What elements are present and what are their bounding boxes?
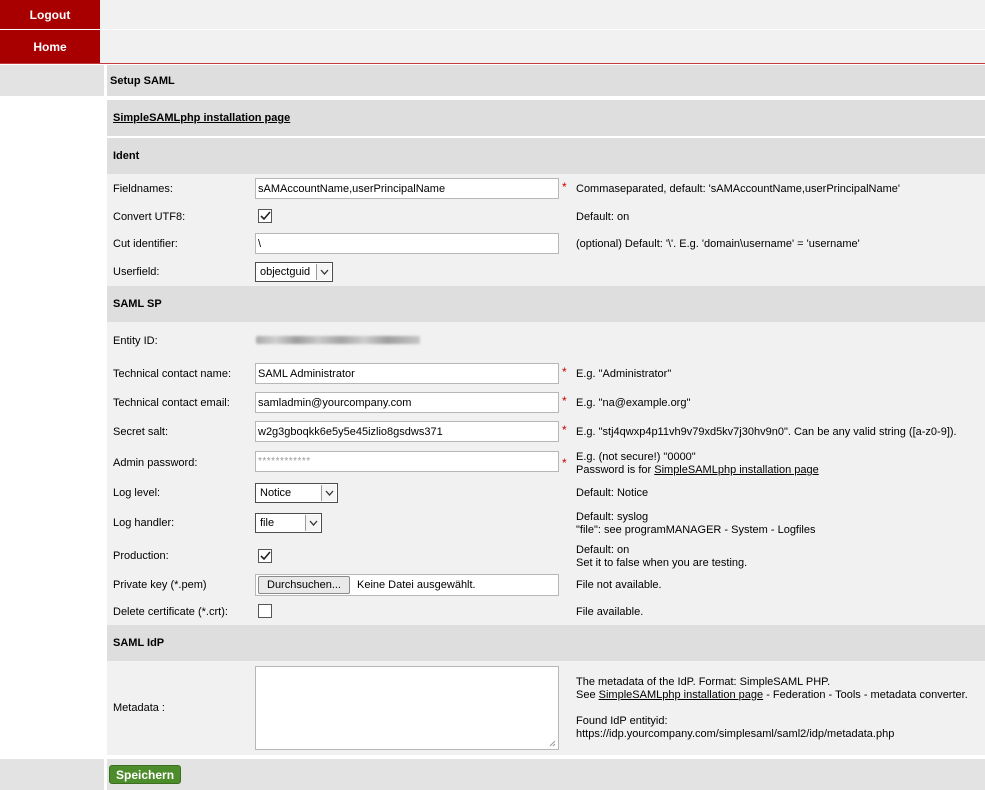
admin-password-hint-line2: Password is for SimpleSAMLphp installati… [576,464,819,477]
production-hint-line2: Set it to false when you are testing. [576,557,748,569]
private-key-label: Private key (*.pem) [113,579,207,591]
left-column-header [0,65,104,96]
production-hint-line1: Default: on [576,544,630,556]
resize-grip-icon[interactable] [548,739,556,747]
footer-bar [107,759,985,790]
admin-password-input[interactable]: ************ [255,451,559,472]
userfield-select[interactable]: objectguid [255,262,333,282]
entity-id-label: Entity ID: [113,335,158,347]
metadata-hint-prefix: See [576,689,599,701]
chevron-down-icon [305,515,320,531]
delete-cert-checkbox[interactable] [258,604,272,618]
secret-salt-hint: E.g. "stj4qwxp4p11vh9v79xd5kv7j30hv9n0".… [576,426,957,438]
userfield-label: Userfield: [113,266,160,278]
private-key-hint: File not available. [576,579,662,591]
nav-strip-top [100,0,985,29]
metadata-installation-link[interactable]: SimpleSAMLphp installation page [599,689,764,701]
metadata-hint-spacer [576,702,968,715]
nav-divider [0,63,985,64]
log-handler-label: Log handler: [113,517,175,529]
entity-id-value-redacted [256,336,420,344]
delete-cert-label: Delete certificate (*.crt): [113,606,228,618]
log-handler-hint-line2: "file": see programMANAGER - System - Lo… [576,524,816,536]
log-handler-hint-line1: Default: syslog [576,511,649,523]
logout-button[interactable]: Logout [0,0,100,29]
log-level-label: Log level: [113,487,161,499]
chevron-down-icon [316,264,331,280]
secret-salt-required-marker: * [562,423,567,437]
admin-password-installation-link[interactable]: SimpleSAMLphp installation page [654,464,819,476]
metadata-textarea[interactable] [255,666,559,750]
tech-email-input[interactable]: samladmin@yourcompany.com [255,392,559,413]
home-button[interactable]: Home [0,30,100,63]
metadata-hint-suffix: - Federation - Tools - metadata converte… [763,689,968,701]
chevron-down-icon [321,485,336,501]
file-status-text: Keine Datei ausgewählt. [356,579,476,591]
left-column-footer [0,759,104,790]
browse-button[interactable]: Durchsuchen... [258,576,350,594]
admin-password-hint-line1: E.g. (not secure!) "0000" [576,451,696,463]
tech-name-required-marker: * [562,365,567,379]
fieldnames-hint: Commaseparated, default: 'sAMAccountName… [576,183,900,195]
tech-name-input[interactable]: SAML Administrator [255,363,559,384]
delete-cert-hint: File available. [576,606,644,618]
cut-identifier-label: Cut identifier: [113,238,178,250]
checkmark-icon [259,551,271,561]
found-idp-label: Found IdP entityid: [576,715,668,727]
production-label: Production: [113,550,169,562]
log-level-select[interactable]: Notice [255,483,338,503]
cut-identifier-hint: (optional) Default: '\'. E.g. 'domain\us… [576,238,860,250]
admin-password-hint: E.g. (not secure!) "0000" Password is fo… [576,451,819,477]
tech-name-label: Technical contact name: [113,368,232,380]
fieldnames-label: Fieldnames: [113,183,173,195]
checkmark-icon [259,211,271,221]
tech-name-hint: E.g. "Administrator" [576,368,672,380]
private-key-file-input: Durchsuchen... Keine Datei ausgewählt. [255,574,559,596]
admin-password-hint-prefix: Password is for [576,464,655,476]
install-link-band: SimpleSAMLphp installation page [107,100,985,136]
metadata-hint: The metadata of the IdP. Format: SimpleS… [576,676,968,741]
secret-salt-input[interactable]: w2g3gboqkk6e5y5e45izlio8gsdws371 [255,421,559,442]
metadata-hint-line2: See SimpleSAMLphp installation page - Fe… [576,689,968,702]
installation-page-link[interactable]: SimpleSAMLphp installation page [113,112,290,124]
section-saml-sp-heading: SAML SP [107,286,985,322]
save-button[interactable]: Speichern [109,765,182,784]
userfield-select-value: objectguid [260,266,311,278]
tech-email-required-marker: * [562,394,567,408]
log-handler-select[interactable]: file [255,513,322,533]
section-ident-heading: Ident [107,138,985,174]
fieldnames-required-marker: * [562,180,567,194]
admin-password-label: Admin password: [113,457,198,469]
convert-utf8-checkbox[interactable] [258,209,272,223]
metadata-label: Metadata : [113,702,165,714]
convert-utf8-label: Convert UTF8: [113,211,186,223]
production-hint: Default: on Set it to false when you are… [576,544,747,570]
metadata-hint-line1: The metadata of the IdP. Format: SimpleS… [576,676,831,688]
tech-email-hint: E.g. "na@example.org" [576,397,691,409]
nav-strip-bottom [100,30,985,63]
convert-utf8-hint: Default: on [576,211,630,223]
log-handler-hint: Default: syslog "file": see programMANAG… [576,511,816,537]
cut-identifier-input[interactable]: \ [255,233,559,254]
found-idp-value: https://idp.yourcompany.com/simplesaml/s… [576,728,895,740]
admin-password-required-marker: * [562,456,567,470]
secret-salt-label: Secret salt: [113,426,169,438]
log-level-select-value: Notice [260,487,292,499]
fieldnames-input[interactable]: sAMAccountName,userPrincipalName [255,178,559,199]
production-checkbox[interactable] [258,549,272,563]
log-handler-select-value: file [260,517,275,529]
tech-email-label: Technical contact email: [113,397,230,409]
page-title: Setup SAML [107,65,985,96]
section-saml-idp-heading: SAML IdP [107,625,985,661]
log-level-hint: Default: Notice [576,487,649,499]
